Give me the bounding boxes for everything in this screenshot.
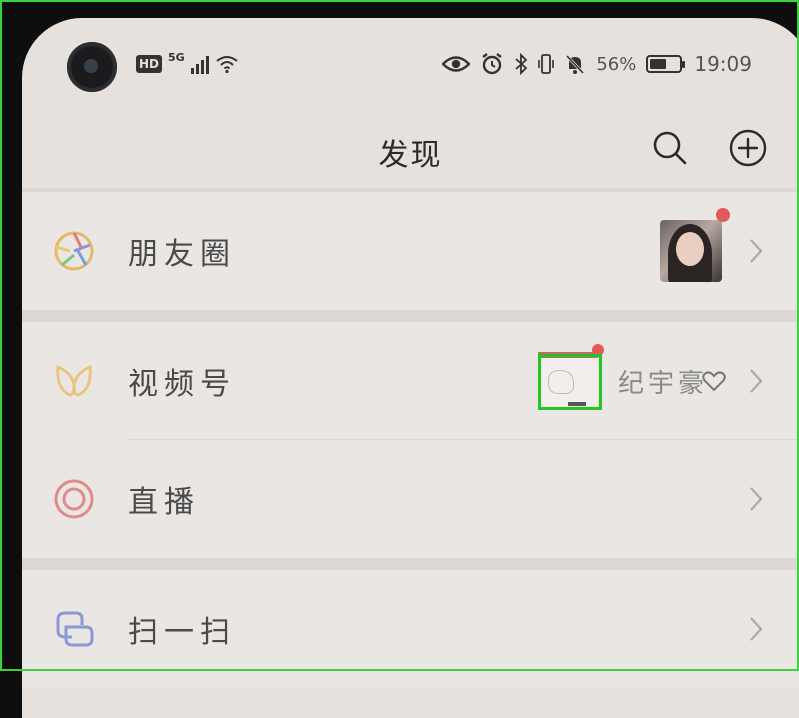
section-separator [22,558,799,570]
channels-thumbnail [538,352,598,410]
new-dot-badge [716,208,730,222]
section-separator [22,310,799,322]
plus-circle-icon[interactable] [728,128,768,168]
mute-bell-icon [566,54,585,75]
network-label: 5G [168,51,185,64]
bluetooth-icon [515,53,528,75]
search-icon[interactable] [650,128,690,168]
moments-aperture-icon [54,231,94,271]
moments-thumbnail [660,220,722,282]
vibrate-icon [538,54,555,74]
chevron-right-icon [750,617,763,641]
new-dot-badge [592,344,604,356]
alarm-icon [482,53,503,75]
group-scan: 扫一扫 [22,570,799,688]
channels-butterfly-icon [56,364,92,397]
chevron-right-icon [750,369,763,393]
channels-author-name: 纪宇豪 [618,368,709,399]
battery-level [650,59,667,69]
battery-percent: 56% [596,53,637,75]
front-camera [67,42,117,92]
list-item-channels[interactable]: 视频号 纪宇豪 [22,322,799,440]
battery-icon [646,55,686,73]
status-right: 56% 19:09 [442,52,752,76]
live-target-icon [54,479,94,519]
list-item-label: 视频号 [128,367,236,402]
signal-icon [190,54,209,74]
list-item-moments[interactable]: 朋友圈 [22,192,799,310]
wifi-icon [216,56,238,74]
list-item-scan[interactable]: 扫一扫 [22,570,799,688]
header: 发现 [22,108,799,188]
list-item-label: 朋友圈 [128,237,236,272]
group-channels: 视频号 纪宇豪 直播 [22,322,799,558]
chevron-right-icon [750,239,763,263]
status-bar: HD 5G 56% 19:09 [22,18,799,108]
hd-badge: HD [136,55,163,73]
eye-icon [442,56,471,72]
chevron-right-icon [750,487,763,511]
scan-icon [56,611,94,647]
heart-icon [702,371,726,392]
group-moments: 朋友圈 [22,192,799,310]
list-item-label: 扫一扫 [128,615,236,650]
status-left: HD 5G [136,51,239,74]
phone-screen: HD 5G 56% 19:09 发现 朋友圈 视频号 纪宇豪 直播 扫一扫 [22,18,799,718]
clock: 19:09 [694,52,752,76]
list-item-live[interactable]: 直播 [22,440,799,558]
list-item-label: 直播 [128,485,200,520]
